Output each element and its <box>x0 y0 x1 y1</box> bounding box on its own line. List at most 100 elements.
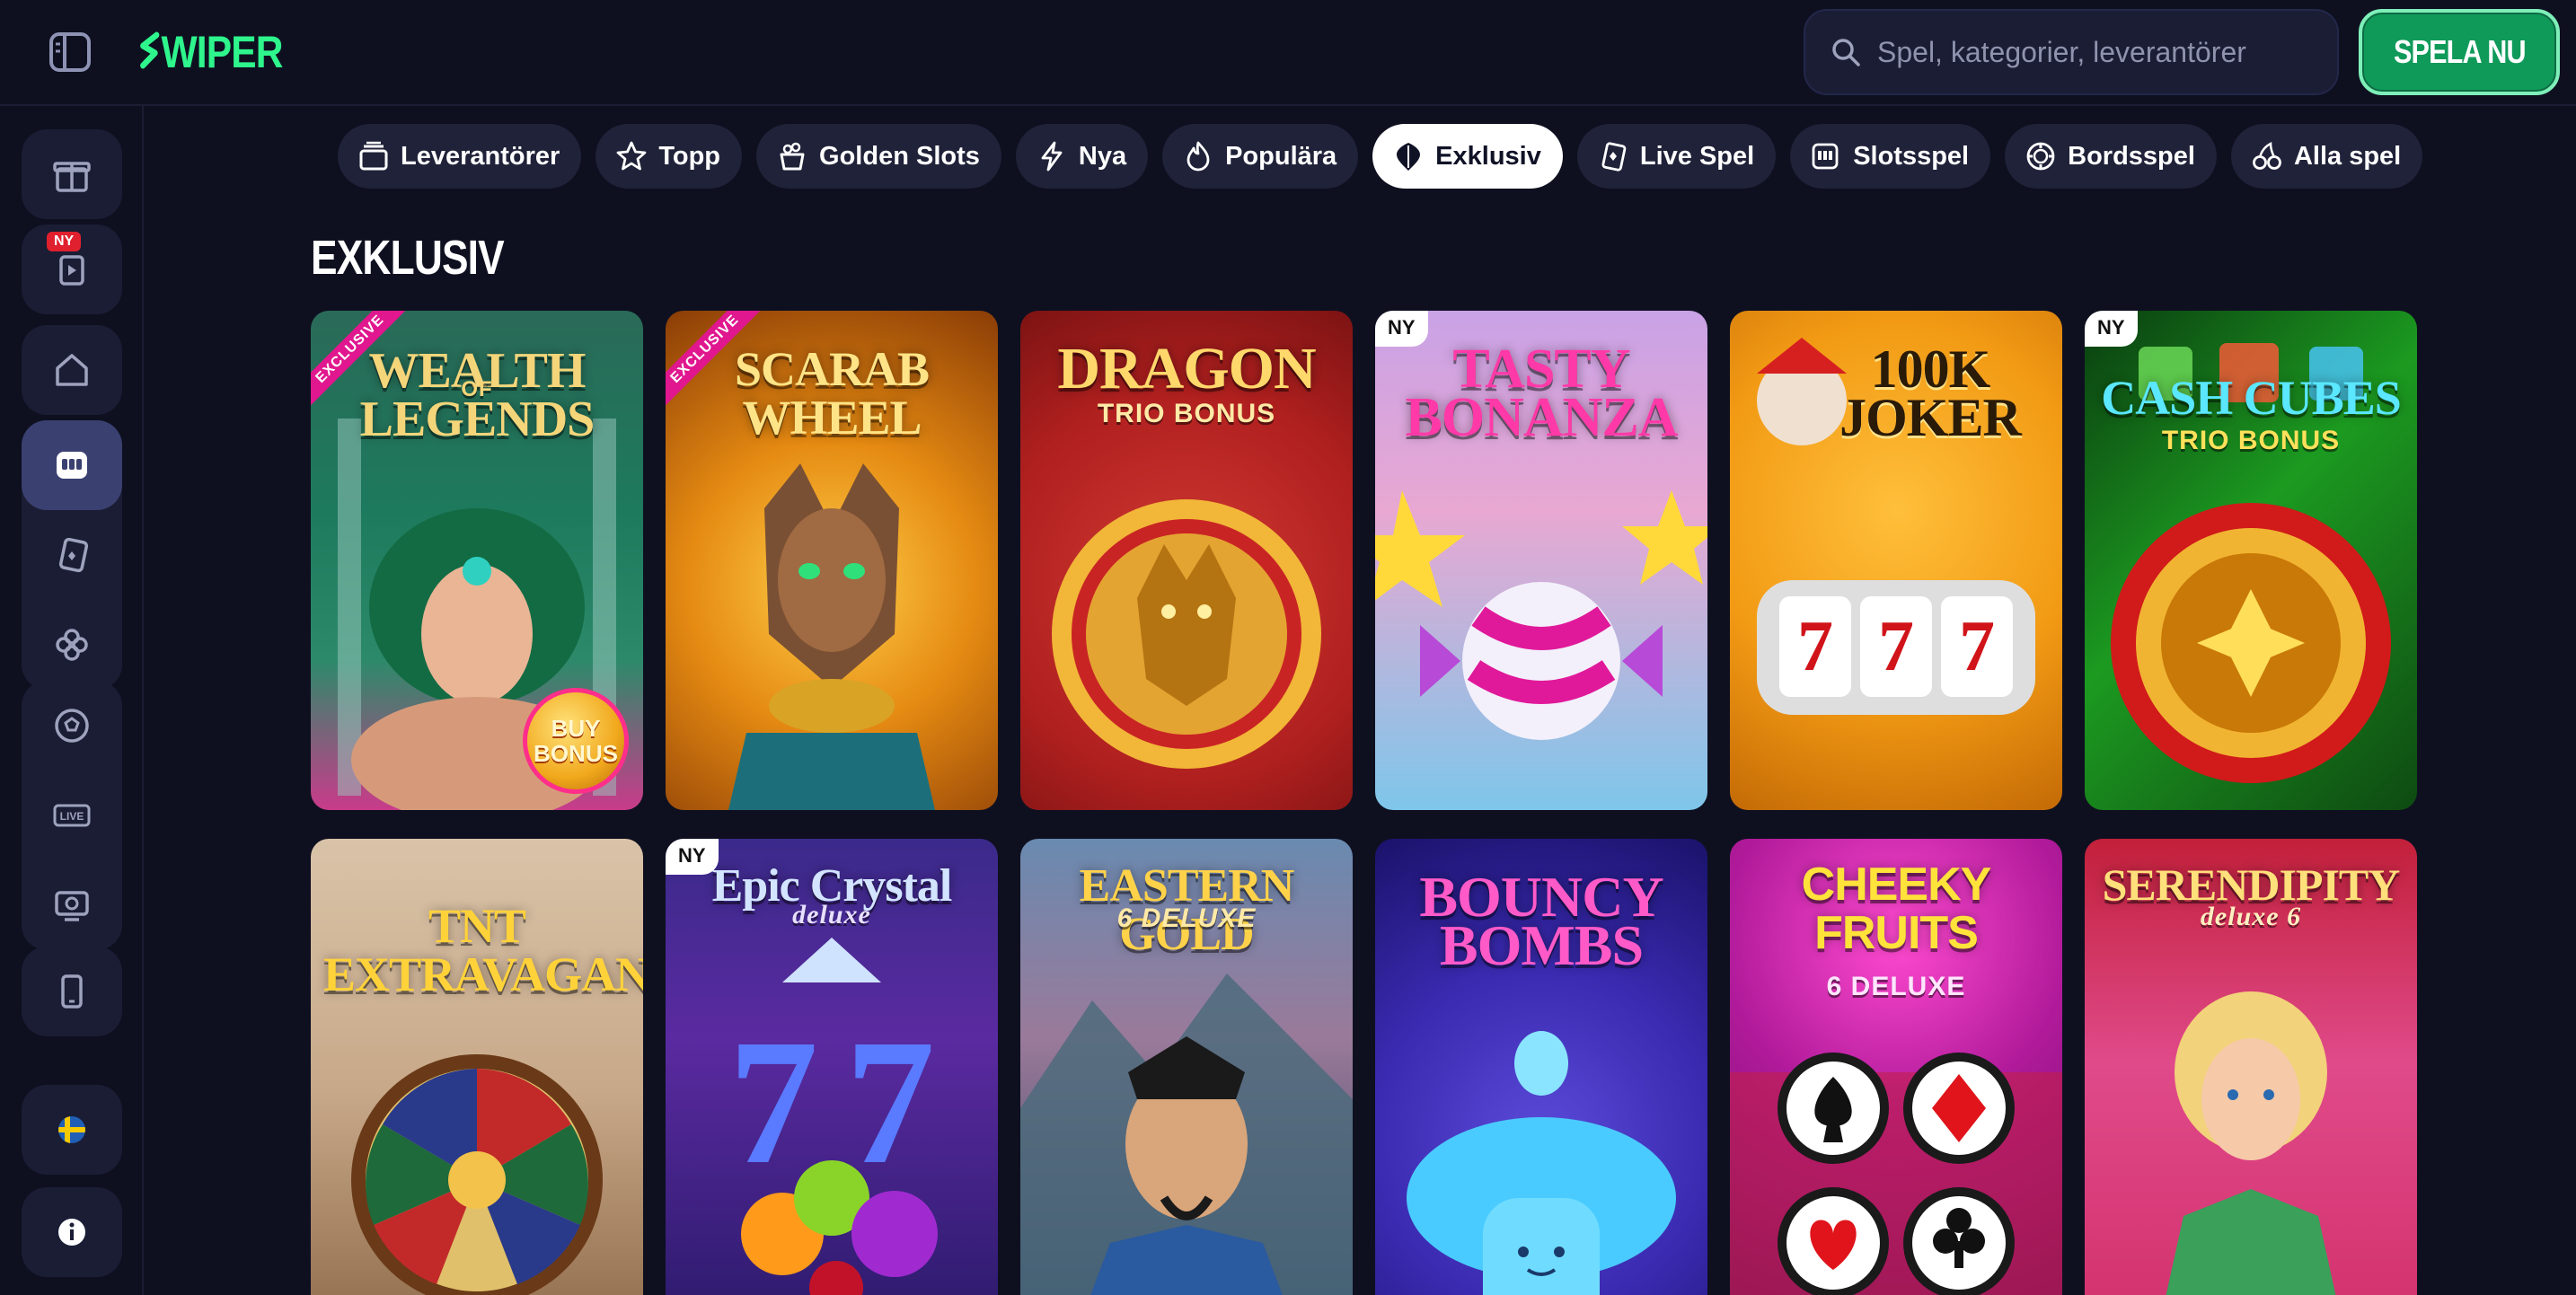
rail-group-language <box>22 1085 122 1175</box>
svg-text:7: 7 <box>1959 607 1995 686</box>
search-box[interactable] <box>1804 9 2339 95</box>
play-screen-icon <box>59 255 84 286</box>
chip-icon <box>2026 142 2055 171</box>
game-card[interactable]: 7 7 7 100K JOKER <box>1730 311 2062 810</box>
live-icon-label: LIVE <box>60 810 84 823</box>
category-pill-providers[interactable]: Leverantörer <box>338 124 582 189</box>
game-grid: WEALTH LEGENDS OF EXCLUSIVE BUY BONUS SC… <box>311 311 2422 1295</box>
sidebar-toggle-icon[interactable] <box>47 31 93 74</box>
new-tag: NY <box>666 839 719 875</box>
info-icon <box>58 1219 85 1246</box>
game-subtitle: 6 DELUXE <box>1116 903 1257 933</box>
info-button[interactable] <box>22 1187 122 1277</box>
football-icon <box>55 709 89 743</box>
top-bar: WIPER SPELA NU <box>0 0 2576 106</box>
rail-group-casino <box>22 420 122 690</box>
category-pill-live-games[interactable]: Live Spel <box>1576 124 1777 189</box>
category-label: Slotsspel <box>1853 141 1970 171</box>
lightning-icon <box>1041 141 1063 172</box>
swedish-flag-icon <box>58 1116 85 1143</box>
game-card[interactable]: BOUNCY BOMBS <box>1375 839 1707 1295</box>
game-card[interactable]: TASTY BONANZA NY <box>1375 311 1707 810</box>
rail-gift-button[interactable] <box>22 129 122 219</box>
game-subtitle: TRIO BONUS <box>1097 399 1276 428</box>
rail-live-button[interactable]: LIVE <box>22 771 122 860</box>
category-label: Topp <box>658 141 721 171</box>
svg-text:7: 7 <box>1797 607 1833 686</box>
game-subtitle: TRIO BONUS <box>2161 426 2341 455</box>
search-input[interactable] <box>1877 35 2299 69</box>
category-label: Exklusiv <box>1435 141 1541 171</box>
game-card[interactable]: CASH CUBES TRIO BONUS NY <box>2085 311 2417 810</box>
rail-mobile-button[interactable] <box>22 947 122 1036</box>
cards-icon <box>1601 142 1627 172</box>
play-now-label: SPELA NU <box>2393 33 2527 70</box>
slot-machine-icon <box>57 452 87 479</box>
playing-cards-icon <box>58 537 89 573</box>
category-label: Leverantörer <box>401 141 560 171</box>
slot-icon <box>1812 143 1839 170</box>
play-now-button[interactable]: SPELA NU <box>2359 9 2560 95</box>
diamond-icon <box>1397 143 1421 171</box>
game-card[interactable]: EASTERN GOLD 6 DELUXE <box>1020 839 1353 1295</box>
category-pill-popular[interactable]: Populära <box>1162 124 1359 189</box>
category-label: Nya <box>1078 141 1127 171</box>
game-title: DRAGON <box>1057 336 1316 401</box>
rail-sports-button[interactable] <box>22 681 122 771</box>
category-pill-slots[interactable]: Slotsspel <box>1790 124 1991 189</box>
game-subtitle: deluxe <box>792 900 871 929</box>
game-card[interactable]: WEALTH LEGENDS OF EXCLUSIVE BUY BONUS <box>311 311 643 810</box>
category-pill-golden-slots[interactable]: Golden Slots <box>756 124 1001 189</box>
rail-group-mobile <box>22 947 122 1036</box>
flame-icon <box>1187 141 1210 172</box>
rail-bingo-button[interactable] <box>22 600 122 690</box>
rail-casino-button[interactable] <box>22 420 122 510</box>
game-subtitle: deluxe 6 <box>2200 902 2302 931</box>
game-card[interactable]: CHEEKY FRUITS 6 DELUXE <box>1730 839 2062 1295</box>
game-card[interactable]: SERENDIPITY deluxe 6 <box>2085 839 2417 1295</box>
game-subtitle: OF <box>461 377 493 401</box>
logo-mark-icon <box>140 31 160 69</box>
rail-virtual-button[interactable] <box>22 860 122 950</box>
game-title: CHEEKY FRUITS <box>1801 859 1992 959</box>
category-pill-exclusive[interactable]: Exklusiv <box>1372 124 1563 189</box>
category-pill-all-games[interactable]: Alla spel <box>2230 124 2423 189</box>
pot-icon <box>780 142 805 171</box>
category-pill-new[interactable]: Nya <box>1015 124 1149 189</box>
live-icon: LIVE <box>53 804 91 827</box>
rail-group-info <box>22 1187 122 1277</box>
new-badge: NY <box>47 232 82 251</box>
game-title: CASH CUBES <box>2101 371 2402 425</box>
logo[interactable]: WIPER <box>138 23 283 81</box>
rail-livecasino-button[interactable] <box>22 510 122 600</box>
new-tag: NY <box>2085 311 2138 347</box>
star-icon <box>616 141 647 171</box>
clover-icon <box>56 629 88 661</box>
rail-home-button[interactable] <box>22 325 122 415</box>
rail-group-sports: LIVE <box>22 681 122 950</box>
logo-text: WIPER <box>161 27 284 77</box>
category-pills: Leverantörer Topp Golden Slots Nya Popul… <box>338 124 2423 189</box>
game-title: TNT EXTRAVAGANZA <box>323 899 643 1001</box>
category-pill-top[interactable]: Topp <box>595 124 743 189</box>
gift-icon <box>53 162 91 192</box>
category-pill-table-games[interactable]: Bordsspel <box>2005 124 2217 189</box>
game-card[interactable]: 7 7 Epic Crystal deluxe NY <box>666 839 998 1295</box>
language-button[interactable] <box>22 1085 122 1175</box>
game-card[interactable]: SCARAB WHEEL EXCLUSIVE <box>666 311 998 810</box>
game-card[interactable]: TNT EXTRAVAGANZA <box>311 839 643 1295</box>
buy-bonus-badge: BUY BONUS <box>523 688 629 794</box>
monitor-ball-icon <box>55 891 89 921</box>
new-tag: NY <box>1375 311 1428 347</box>
mobile-phone-icon <box>61 974 83 1009</box>
svg-text:7: 7 <box>1878 607 1914 686</box>
rail-tv-button[interactable]: NY <box>22 225 122 314</box>
search-icon <box>1832 39 1860 66</box>
stack-icon <box>359 141 388 171</box>
rail-group-home <box>22 325 122 415</box>
game-card[interactable]: DRAGON TRIO BONUS <box>1020 311 1353 810</box>
category-label: Alla spel <box>2293 141 2402 171</box>
left-rail: NY LIVE <box>0 106 144 1295</box>
game-title: BOUNCY BOMBS <box>1419 865 1663 977</box>
home-icon <box>56 354 88 386</box>
